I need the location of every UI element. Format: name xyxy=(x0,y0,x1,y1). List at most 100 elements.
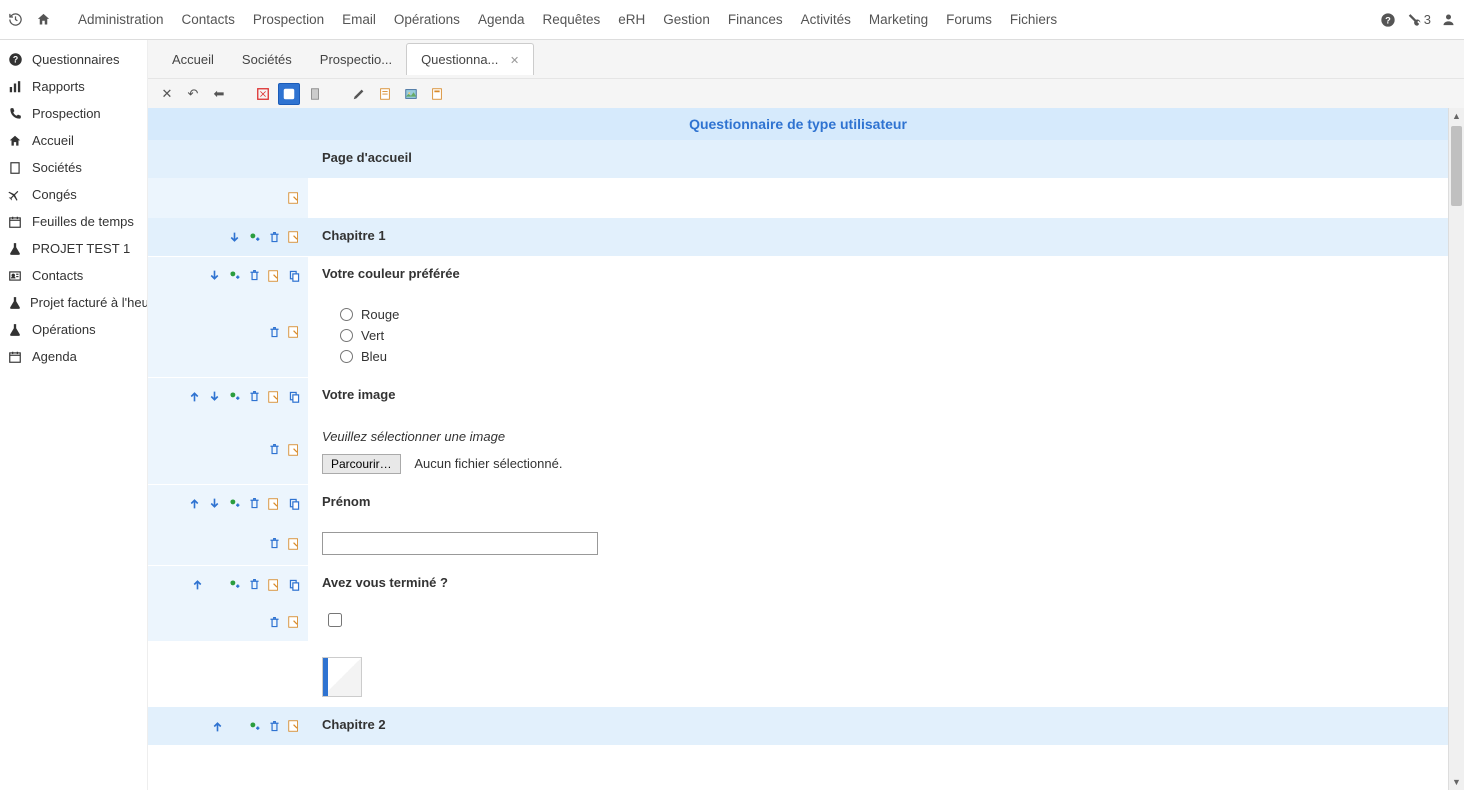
arrow-down-icon[interactable] xyxy=(206,389,222,405)
sidebar-item-prospection[interactable]: Prospection xyxy=(0,100,147,127)
edit-icon[interactable] xyxy=(266,389,282,405)
preview-row xyxy=(148,641,1448,707)
image-icon[interactable] xyxy=(400,83,422,105)
radio-bleu[interactable] xyxy=(340,350,353,363)
trash-icon[interactable] xyxy=(266,718,282,734)
menu-activites[interactable]: Activités xyxy=(793,8,859,31)
trash-icon[interactable] xyxy=(246,389,262,405)
sidebar-item-operations[interactable]: Opérations xyxy=(0,316,147,343)
history-icon[interactable] xyxy=(8,12,36,27)
sidebar-item-projet1[interactable]: PROJET TEST 1 xyxy=(0,235,147,262)
sidebar-item-agenda[interactable]: Agenda xyxy=(0,343,147,370)
trash-icon[interactable] xyxy=(246,577,262,593)
home-icon[interactable] xyxy=(36,12,64,27)
trash-icon[interactable] xyxy=(266,442,282,458)
sidebar-item-feuilles[interactable]: Feuilles de temps xyxy=(0,208,147,235)
flask-icon xyxy=(8,296,22,310)
firstname-input[interactable] xyxy=(322,532,598,555)
edit-icon[interactable] xyxy=(286,229,302,245)
close-icon[interactable]: ✕ xyxy=(510,55,519,67)
sidebar-item-rapports[interactable]: Rapports xyxy=(0,73,147,100)
trash-icon[interactable] xyxy=(266,324,282,340)
sidebar-item-projet-facture[interactable]: Projet facturé à l'heu xyxy=(0,289,147,316)
arrow-up-icon[interactable] xyxy=(189,577,205,593)
insert-icon[interactable] xyxy=(226,577,242,593)
insert-icon[interactable] xyxy=(246,718,262,734)
scroll-down-icon[interactable]: ▼ xyxy=(1449,774,1464,790)
sidebar-item-societes[interactable]: Sociétés xyxy=(0,154,147,181)
menu-finances[interactable]: Finances xyxy=(720,8,791,31)
tab-questionnaire[interactable]: Questionna... ✕ xyxy=(406,43,534,75)
sidebar-item-conges[interactable]: Congés xyxy=(0,181,147,208)
menu-prospection[interactable]: Prospection xyxy=(245,8,332,31)
radio-rouge[interactable] xyxy=(340,308,353,321)
menu-requetes[interactable]: Requêtes xyxy=(534,8,608,31)
tool-icon-2[interactable] xyxy=(278,83,300,105)
tool-icon-1[interactable] xyxy=(252,83,274,105)
edit-icon[interactable] xyxy=(286,324,302,340)
edit-icon[interactable] xyxy=(266,577,282,593)
arrow-down-icon[interactable] xyxy=(226,229,242,245)
edit-icon[interactable] xyxy=(286,536,302,552)
form-icon[interactable] xyxy=(426,83,448,105)
page-icon[interactable] xyxy=(374,83,396,105)
trash-icon[interactable] xyxy=(266,614,282,630)
done-checkbox[interactable] xyxy=(328,613,342,627)
radio-vert[interactable] xyxy=(340,329,353,342)
copy-icon[interactable] xyxy=(286,268,302,284)
trash-icon[interactable] xyxy=(266,229,282,245)
insert-icon[interactable] xyxy=(246,229,262,245)
back-icon[interactable]: ⬅ xyxy=(208,83,230,105)
help-icon[interactable]: ? xyxy=(1380,12,1396,28)
copy-icon[interactable] xyxy=(286,577,302,593)
browse-button[interactable]: Parcourir… xyxy=(322,454,401,474)
menu-contacts[interactable]: Contacts xyxy=(174,8,243,31)
menu-administration[interactable]: Administration xyxy=(70,8,172,31)
scroll-thumb[interactable] xyxy=(1451,126,1462,206)
menu-operations[interactable]: Opérations xyxy=(386,8,468,31)
tab-accueil[interactable]: Accueil xyxy=(158,44,228,75)
sidebar-item-contacts[interactable]: Contacts xyxy=(0,262,147,289)
arrow-down-icon[interactable] xyxy=(206,268,222,284)
insert-icon[interactable] xyxy=(226,389,242,405)
arrow-up-icon[interactable] xyxy=(186,496,202,512)
arrow-down-icon[interactable] xyxy=(206,496,222,512)
tool-icon-3[interactable] xyxy=(304,83,326,105)
scroll-up-icon[interactable]: ▲ xyxy=(1449,108,1464,124)
user-icon[interactable] xyxy=(1441,12,1456,27)
menu-email[interactable]: Email xyxy=(334,8,384,31)
edit-icon[interactable] xyxy=(286,442,302,458)
edit-icon[interactable] xyxy=(266,268,282,284)
menu-gestion[interactable]: Gestion xyxy=(655,8,718,31)
insert-icon[interactable] xyxy=(226,268,242,284)
menu-forums[interactable]: Forums xyxy=(938,8,1000,31)
tab-societes[interactable]: Sociétés xyxy=(228,44,306,75)
undo-icon[interactable]: ↶ xyxy=(182,83,204,105)
sidebar-item-questionnaires[interactable]: ? Questionnaires xyxy=(0,46,147,73)
row-actions xyxy=(148,565,308,603)
menu-erh[interactable]: eRH xyxy=(610,8,653,31)
wrench-icon[interactable]: 3 xyxy=(1406,12,1431,27)
trash-icon[interactable] xyxy=(246,496,262,512)
trash-icon[interactable] xyxy=(266,536,282,552)
sidebar-label: Questionnaires xyxy=(32,52,119,67)
copy-icon[interactable] xyxy=(286,496,302,512)
insert-icon[interactable] xyxy=(226,496,242,512)
delete-icon[interactable]: ✕ xyxy=(156,83,178,105)
trash-icon[interactable] xyxy=(246,268,262,284)
tab-prospection[interactable]: Prospectio... xyxy=(306,44,406,75)
copy-icon[interactable] xyxy=(286,389,302,405)
pencil-icon[interactable] xyxy=(348,83,370,105)
menu-agenda[interactable]: Agenda xyxy=(470,8,533,31)
sidebar-item-accueil[interactable]: Accueil xyxy=(0,127,147,154)
edit-icon[interactable] xyxy=(286,190,302,206)
edit-icon[interactable] xyxy=(286,718,302,734)
question-done: Avez vous terminé ? xyxy=(148,565,1448,603)
edit-icon[interactable] xyxy=(286,614,302,630)
menu-fichiers[interactable]: Fichiers xyxy=(1002,8,1065,31)
edit-icon[interactable] xyxy=(266,496,282,512)
vertical-scrollbar[interactable]: ▲ ▼ xyxy=(1448,108,1464,790)
menu-marketing[interactable]: Marketing xyxy=(861,8,936,31)
arrow-up-icon[interactable] xyxy=(186,389,202,405)
arrow-up-icon[interactable] xyxy=(209,718,225,734)
